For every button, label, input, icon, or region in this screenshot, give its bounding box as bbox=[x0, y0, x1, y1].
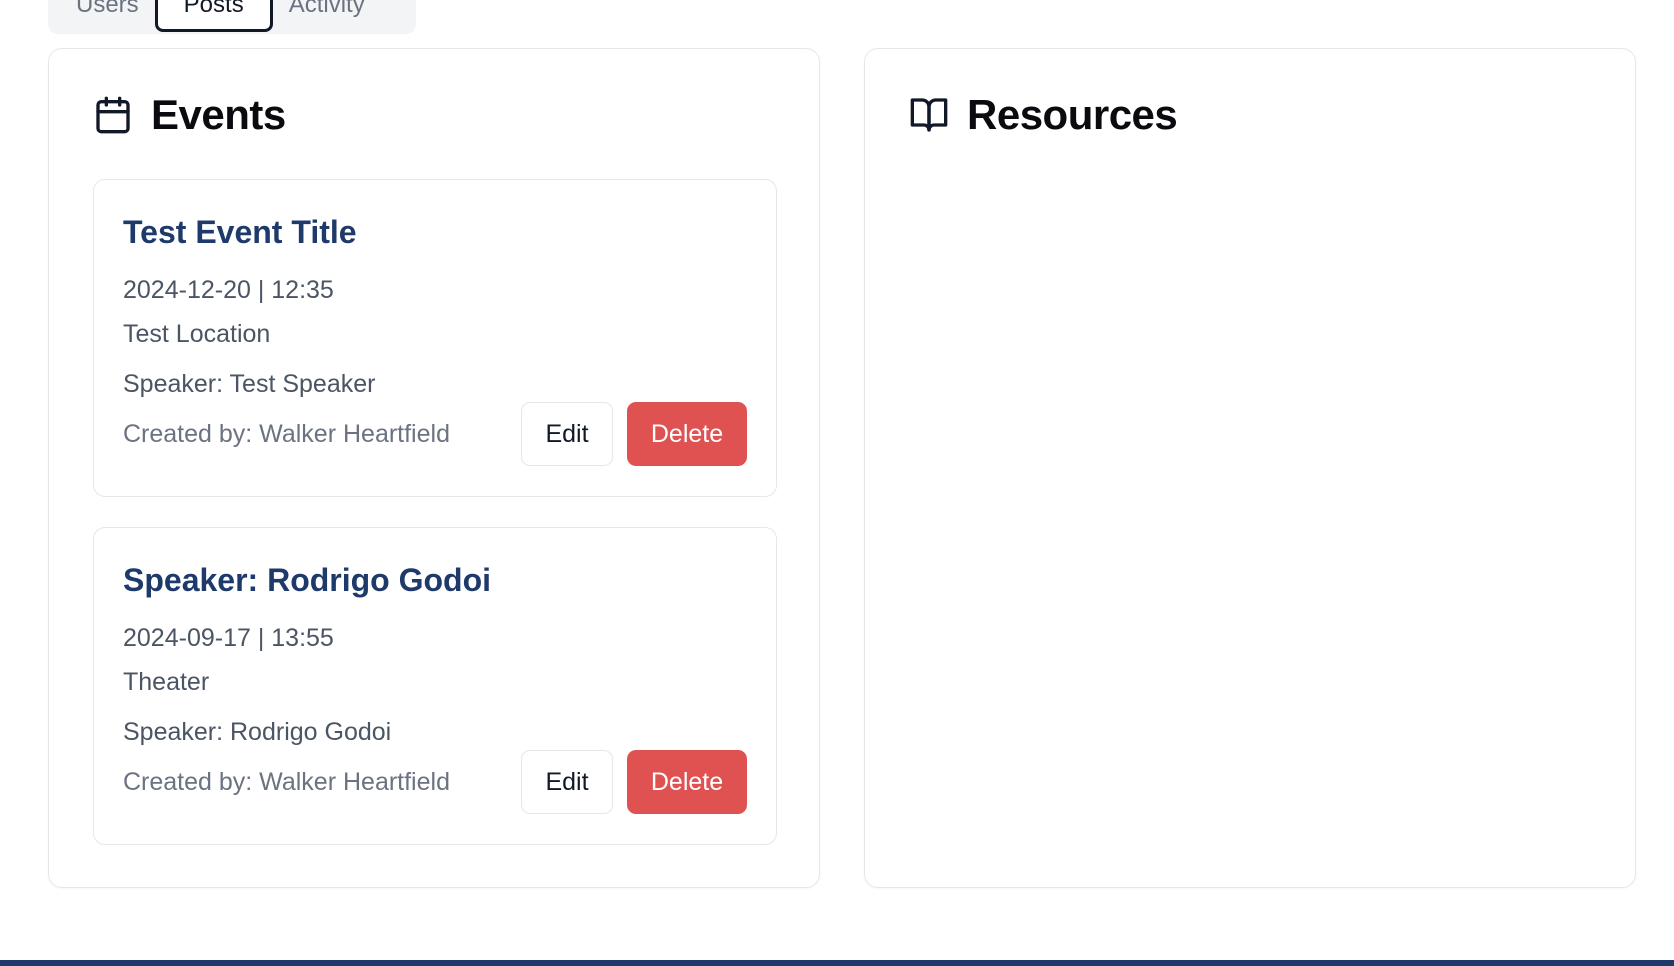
event-title: Speaker: Rodrigo Godoi bbox=[123, 562, 492, 598]
event-card: Speaker: Rodrigo Godoi 2024-09-17 | 13:5… bbox=[93, 527, 777, 845]
tab-posts[interactable]: Posts bbox=[154, 0, 273, 32]
event-datetime: 2024-09-17 | 13:55 bbox=[123, 624, 334, 652]
footer-band bbox=[0, 960, 1674, 966]
event-created-by: Created by: Walker Heartfield bbox=[123, 768, 450, 796]
tab-users[interactable]: Users bbox=[62, 0, 153, 32]
event-actions: Edit Delete bbox=[521, 750, 747, 814]
delete-button[interactable]: Delete bbox=[627, 750, 747, 814]
events-title: Events bbox=[151, 91, 286, 138]
tab-bar: Users Posts Activity bbox=[48, 0, 416, 34]
resources-title: Resources bbox=[967, 91, 1178, 138]
events-panel: Events Test Event Title 2024-12-20 | 12:… bbox=[48, 48, 820, 888]
event-speaker: Speaker: Rodrigo Godoi bbox=[123, 718, 392, 746]
delete-button[interactable]: Delete bbox=[627, 402, 747, 466]
event-location: Theater bbox=[123, 668, 210, 696]
event-title: Test Event Title bbox=[123, 214, 357, 250]
events-header: Events bbox=[93, 91, 286, 139]
edit-button[interactable]: Edit bbox=[521, 750, 613, 814]
edit-button[interactable]: Edit bbox=[521, 402, 613, 466]
resources-panel: Resources bbox=[864, 48, 1636, 888]
event-datetime: 2024-12-20 | 12:35 bbox=[123, 276, 334, 304]
calendar-icon bbox=[96, 96, 130, 134]
event-card: Test Event Title 2024-12-20 | 12:35 Test… bbox=[93, 179, 777, 497]
event-actions: Edit Delete bbox=[521, 402, 747, 466]
event-speaker: Speaker: Test Speaker bbox=[123, 370, 376, 398]
page: Users Posts Activity Events Test Event T… bbox=[0, 0, 1674, 966]
event-created-by: Created by: Walker Heartfield bbox=[123, 420, 450, 448]
event-location: Test Location bbox=[123, 320, 271, 348]
tab-activity[interactable]: Activity bbox=[275, 0, 379, 32]
book-open-icon bbox=[910, 98, 948, 132]
resources-header: Resources bbox=[909, 91, 1178, 139]
